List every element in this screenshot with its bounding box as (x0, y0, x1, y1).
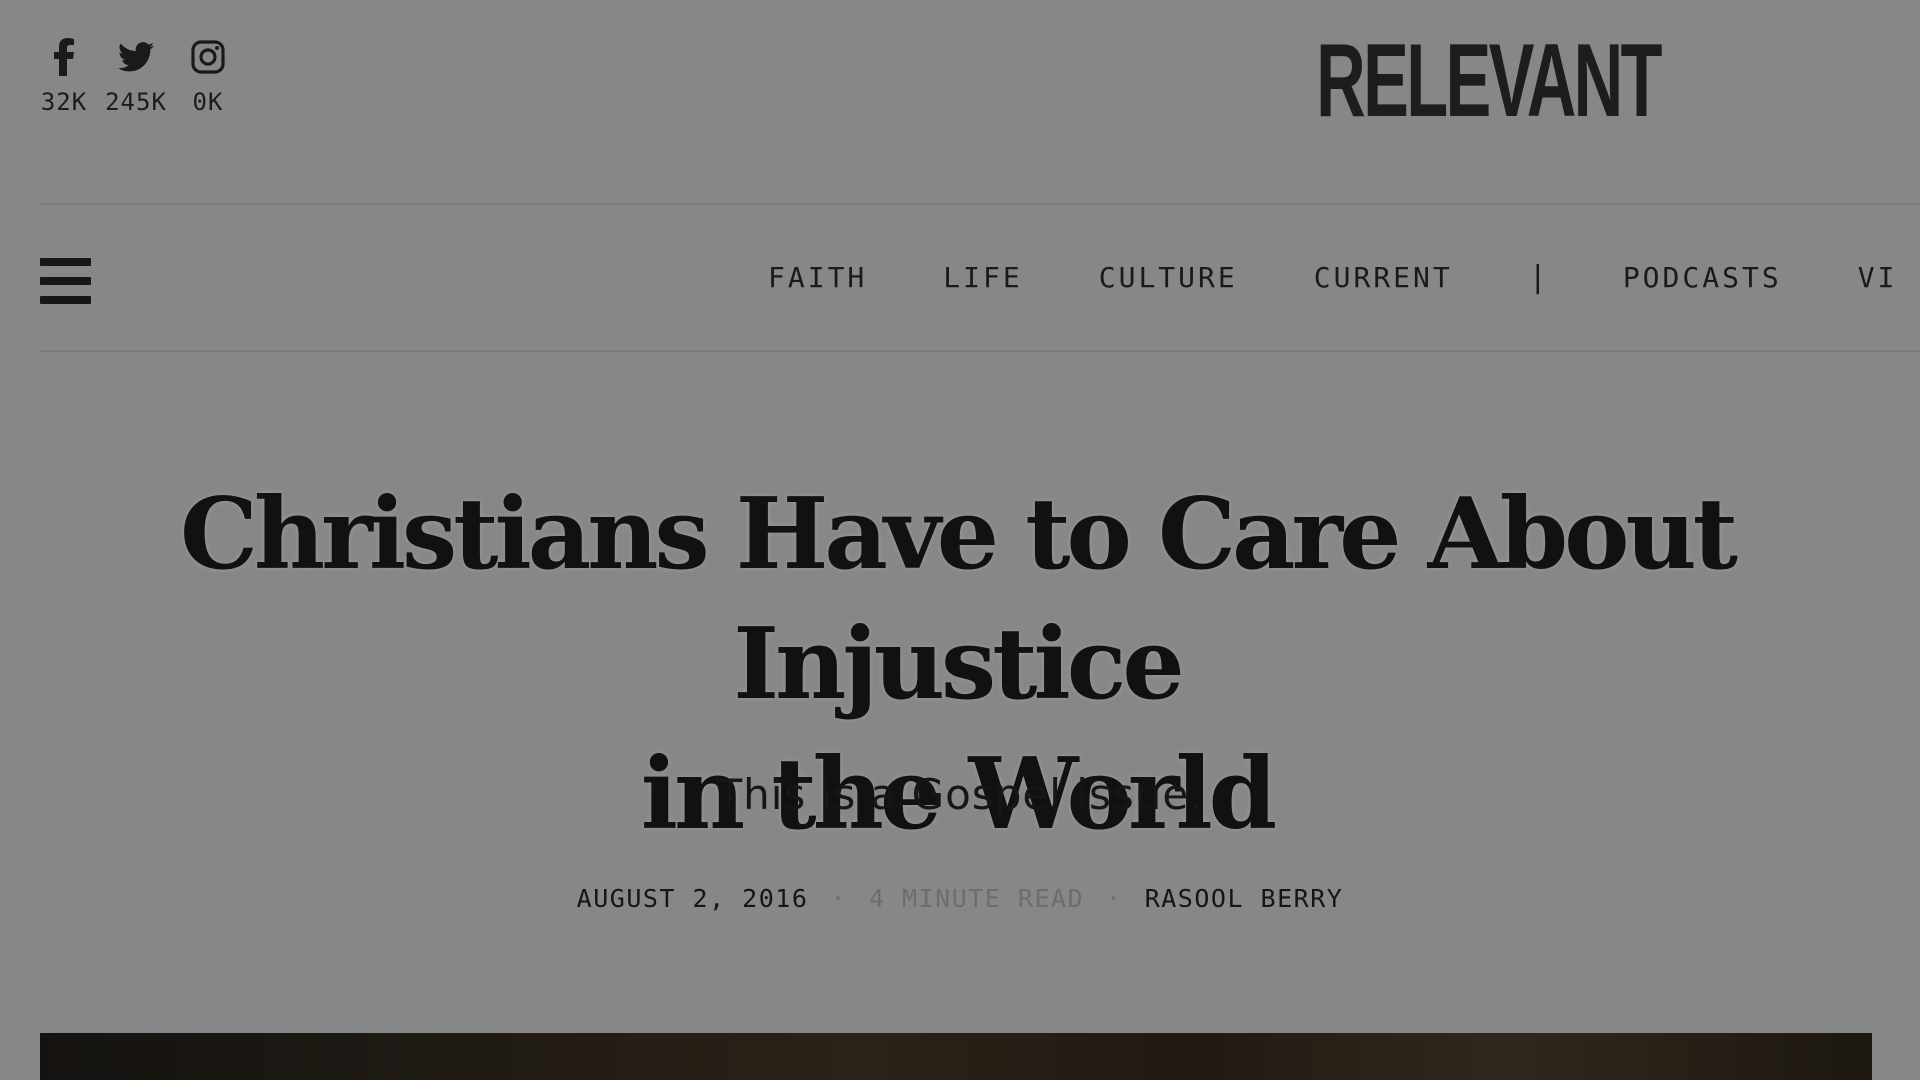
nav-item-culture[interactable]: CULTURE (1099, 261, 1238, 294)
menu-icon-bar (40, 258, 91, 266)
menu-icon[interactable] (40, 258, 91, 304)
meta-separator: · (1106, 884, 1123, 913)
social-links: 32K 245K 0K (40, 38, 232, 116)
facebook-icon[interactable] (46, 38, 82, 76)
twitter-count: 245K (105, 88, 167, 116)
social-facebook[interactable]: 32K (40, 38, 88, 116)
nav-item-current[interactable]: CURRENT (1314, 261, 1453, 294)
menu-icon-bar (40, 277, 91, 285)
instagram-count: 0K (192, 88, 224, 116)
nav-separator: | (1528, 260, 1547, 295)
main-nav: FAITH LIFE CULTURE CURRENT | PODCASTS VI (768, 260, 1920, 295)
site-logo[interactable]: RELEVANT (1316, 23, 1662, 139)
article-date: AUGUST 2, 2016 (576, 884, 809, 913)
read-time: 4 MINUTE READ (868, 884, 1085, 913)
nav-divider (40, 350, 1920, 352)
social-instagram[interactable]: 0K (184, 38, 232, 116)
twitter-icon[interactable] (118, 38, 154, 76)
instagram-icon[interactable] (190, 38, 226, 76)
social-twitter[interactable]: 245K (105, 38, 166, 116)
nav-item-podcasts[interactable]: PODCASTS (1623, 261, 1782, 294)
article-dek: This is a Gospel issue. (716, 770, 1204, 819)
headline-line-1: Christians Have to Care About Injustice (179, 477, 1738, 722)
nav-item-faith[interactable]: FAITH (768, 261, 867, 294)
header-divider (40, 203, 1920, 205)
article-author[interactable]: RASOOL BERRY (1145, 884, 1344, 913)
nav-item-life[interactable]: LIFE (943, 261, 1022, 294)
menu-icon-bar (40, 296, 91, 304)
meta-separator: · (830, 884, 847, 913)
hero-image (40, 1033, 1872, 1080)
article-meta: AUGUST 2, 2016 · 4 MINUTE READ · RASOOL … (0, 884, 1920, 913)
facebook-count: 32K (40, 88, 88, 116)
nav-item-video[interactable]: VI (1858, 261, 1898, 294)
